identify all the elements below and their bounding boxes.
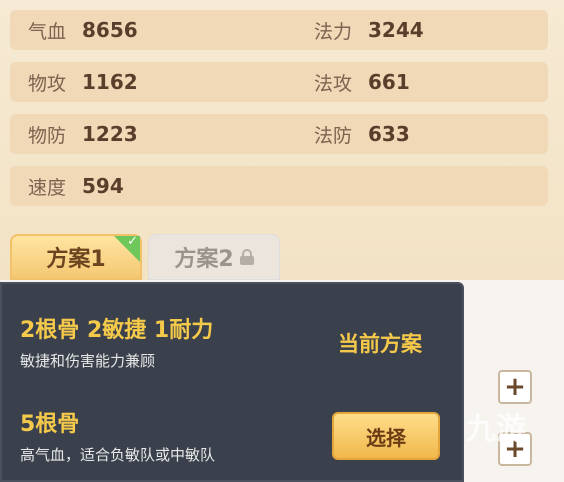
stat-value: 8656 xyxy=(82,18,138,42)
stat-label: 气血 xyxy=(28,20,67,43)
option-2-description: 高气血，适合负敏队或中敏队 xyxy=(20,446,216,464)
stat-label: 法力 xyxy=(314,20,353,43)
stat-label: 速度 xyxy=(28,176,67,199)
tab-label: 方案1 xyxy=(46,247,106,272)
attribute-panel: 气血 8656 法力 3244 物攻 1162 法攻 661 物防 1223 法… xyxy=(0,0,564,240)
check-icon: ✓ xyxy=(127,234,138,249)
stat-row: 物防 1223 法防 633 xyxy=(10,114,548,154)
stat-label: 物防 xyxy=(28,124,67,147)
stat-label: 法攻 xyxy=(314,72,353,95)
option-2-title: 5根骨 xyxy=(20,412,80,437)
stat-physical-defense: 物防 1223 xyxy=(28,114,138,154)
tab-plan-2[interactable]: 方案2 xyxy=(148,234,280,280)
stat-row: 速度 594 xyxy=(10,166,548,206)
watermark-logo: 九游 xyxy=(466,412,526,447)
plan-options-popup: 2根骨 2敏捷 1耐力 敏捷和伤害能力兼顾 当前方案 5根骨 高气血，适合负敏队… xyxy=(0,282,464,482)
stat-value: 594 xyxy=(82,174,124,198)
stat-speed: 速度 594 xyxy=(28,166,124,206)
increase-button[interactable]: + xyxy=(498,370,532,404)
stat-value: 633 xyxy=(368,122,410,146)
stat-physical-attack: 物攻 1162 xyxy=(28,62,138,102)
stat-row: 物攻 1162 法攻 661 xyxy=(10,62,548,102)
select-button[interactable]: 选择 xyxy=(332,412,440,460)
stat-value: 661 xyxy=(368,70,410,94)
stat-label: 物攻 xyxy=(28,72,67,95)
tab-plan-1[interactable]: 方案1 ✓ xyxy=(10,234,142,280)
stat-magic-attack: 法攻 661 xyxy=(314,62,410,102)
option-1-description: 敏捷和伤害能力兼顾 xyxy=(20,352,156,370)
stat-hp: 气血 8656 xyxy=(28,10,138,50)
stat-value: 1223 xyxy=(82,122,138,146)
option-1-title: 2根骨 2敏捷 1耐力 xyxy=(20,318,214,343)
stat-label: 法防 xyxy=(314,124,353,147)
current-plan-label: 当前方案 xyxy=(338,332,422,356)
stat-row: 气血 8656 法力 3244 xyxy=(10,10,548,50)
tab-label: 方案2 xyxy=(174,247,234,272)
stat-value: 3244 xyxy=(368,18,424,42)
stat-mp: 法力 3244 xyxy=(314,10,424,50)
stat-value: 1162 xyxy=(82,70,138,94)
lock-icon xyxy=(239,249,254,265)
stat-magic-defense: 法防 633 xyxy=(314,114,410,154)
plus-icon: + xyxy=(504,372,526,402)
